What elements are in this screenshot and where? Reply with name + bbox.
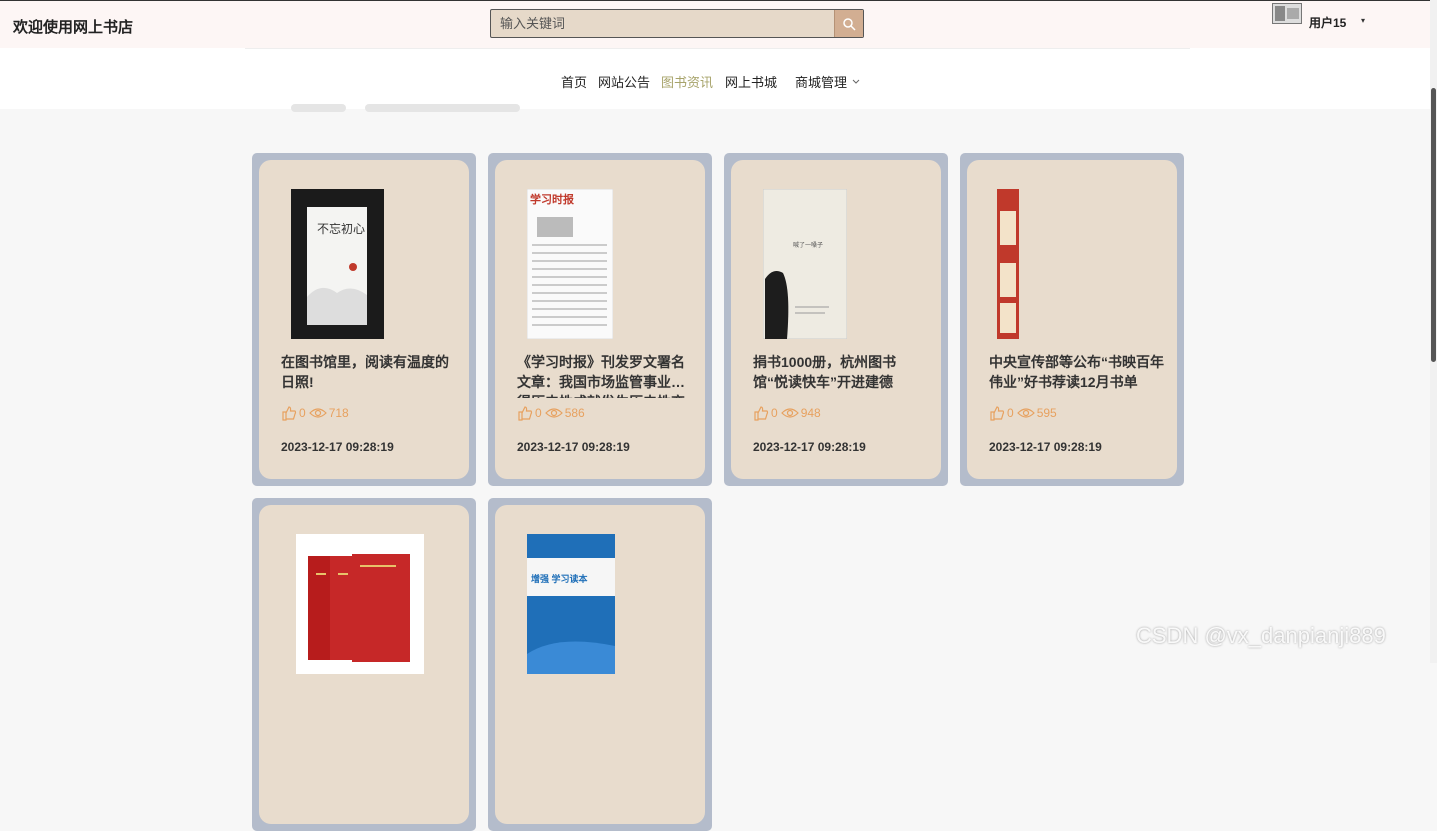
book-list-poster-image (997, 189, 1019, 339)
news-title[interactable]: 中央宣传部等公布“书映百年伟业”好书荐读12月书单 (989, 352, 1165, 398)
view-count: 718 (328, 406, 349, 420)
nav-item-mall-admin-label: 商城管理 (795, 75, 848, 90)
nav-item-bookstore[interactable]: 网上书城 (725, 72, 777, 91)
like-count: 0 (299, 406, 306, 420)
news-card[interactable]: 学习时报 《学习时报》刊发罗文署名文章：我国市场监管事业…得历史性成就发生历史性… (488, 153, 712, 486)
view-count: 586 (564, 406, 585, 420)
nav-panel-left (0, 48, 245, 109)
news-title[interactable]: 《学习时报》刊发罗文署名文章：我国市场监管事业…得历史性成就发生历史性变革 (517, 352, 693, 398)
news-date: 2023-12-17 09:28:19 (989, 440, 1102, 454)
avatar-image-icon (1275, 6, 1299, 21)
news-card[interactable] (252, 498, 476, 831)
news-title[interactable]: 捐书1000册，杭州图书馆“悦读快车”开进建德 (753, 352, 929, 398)
search-input[interactable] (491, 10, 836, 37)
site-title: 欢迎使用网上书店 (13, 19, 134, 36)
news-date: 2023-12-17 09:28:19 (517, 440, 630, 454)
book-set-cover-image (296, 534, 424, 674)
thumbs-up-icon[interactable] (753, 405, 769, 421)
watermark: CSDN @vx_danpianji889 (1136, 623, 1386, 648)
like-count: 0 (535, 406, 542, 420)
user-name[interactable]: 用户15 (1309, 14, 1346, 31)
news-card-body: 增强 学习读本 (495, 505, 705, 824)
top-bar: 欢迎使用网上书店 用户15 ▾ (0, 0, 1437, 48)
nav-item-book-news[interactable]: 图书资讯 (661, 72, 713, 91)
like-count: 0 (1007, 406, 1014, 420)
nav-item-mall-admin[interactable]: 商城管理 (795, 72, 861, 91)
avatar[interactable] (1272, 3, 1302, 24)
eye-icon (544, 408, 563, 418)
news-card-body (259, 505, 469, 824)
search-icon (843, 17, 856, 31)
book-cover-image: 不忘初心 (291, 189, 384, 339)
thumbs-up-icon[interactable] (989, 405, 1005, 421)
eye-icon (780, 408, 799, 418)
cover-text: 不忘初心 (317, 221, 365, 236)
cover-text: 学习时报 (530, 192, 575, 206)
thumbs-up-icon[interactable] (281, 405, 297, 421)
search-button[interactable] (834, 10, 863, 37)
cover-text: 增强 学习读本 (531, 573, 589, 584)
thumbs-up-icon[interactable] (517, 405, 533, 421)
nav-panel-right (1190, 48, 1430, 109)
placeholder-bar (291, 104, 346, 112)
view-count: 948 (800, 406, 821, 420)
chevron-down-icon (852, 79, 860, 84)
book-cover-image: 喊了一嗓子 (763, 189, 847, 339)
eye-icon (1016, 408, 1035, 418)
news-date: 2023-12-17 09:28:19 (753, 440, 866, 454)
news-card-body: 不忘初心 在图书馆里，阅读有温度的日照! 0 718 2023-12-17 09… (259, 160, 469, 479)
nav-bar (245, 48, 1190, 109)
news-card[interactable]: 增强 学习读本 (488, 498, 712, 831)
scrollbar-thumb[interactable] (1431, 88, 1436, 362)
view-count: 595 (1036, 406, 1057, 420)
news-card-body: 学习时报 《学习时报》刊发罗文署名文章：我国市场监管事业…得历史性成就发生历史性… (495, 160, 705, 479)
newspaper-image: 学习时报 (527, 189, 613, 339)
news-card[interactable]: 中央宣传部等公布“书映百年伟业”好书荐读12月书单 0 595 2023-12-… (960, 153, 1184, 486)
eye-icon (308, 408, 327, 418)
news-stats: 0 718 (281, 405, 352, 421)
book-cover-image: 增强 学习读本 (527, 534, 615, 674)
search-box (490, 9, 864, 38)
news-card[interactable]: 喊了一嗓子 捐书1000册，杭州图书馆“悦读快车”开进建德 0 948 2023… (724, 153, 948, 486)
news-title[interactable]: 在图书馆里，阅读有温度的日照! (281, 352, 457, 398)
news-card-body: 中央宣传部等公布“书映百年伟业”好书荐读12月书单 0 595 2023-12-… (967, 160, 1177, 479)
news-stats: 0 586 (517, 405, 588, 421)
chevron-down-icon[interactable]: ▾ (1361, 16, 1365, 25)
placeholder-bar (365, 104, 520, 112)
nav-item-home[interactable]: 首页 (561, 72, 587, 91)
nav-item-notice[interactable]: 网站公告 (598, 72, 650, 91)
news-card[interactable]: 不忘初心 在图书馆里，阅读有温度的日照! 0 718 2023-12-17 09… (252, 153, 476, 486)
cover-text: 喊了一嗓子 (793, 241, 823, 249)
news-date: 2023-12-17 09:28:19 (281, 440, 394, 454)
news-stats: 0 595 (989, 405, 1060, 421)
like-count: 0 (771, 406, 778, 420)
news-stats: 0 948 (753, 405, 824, 421)
news-card-body: 喊了一嗓子 捐书1000册，杭州图书馆“悦读快车”开进建德 0 948 2023… (731, 160, 941, 479)
